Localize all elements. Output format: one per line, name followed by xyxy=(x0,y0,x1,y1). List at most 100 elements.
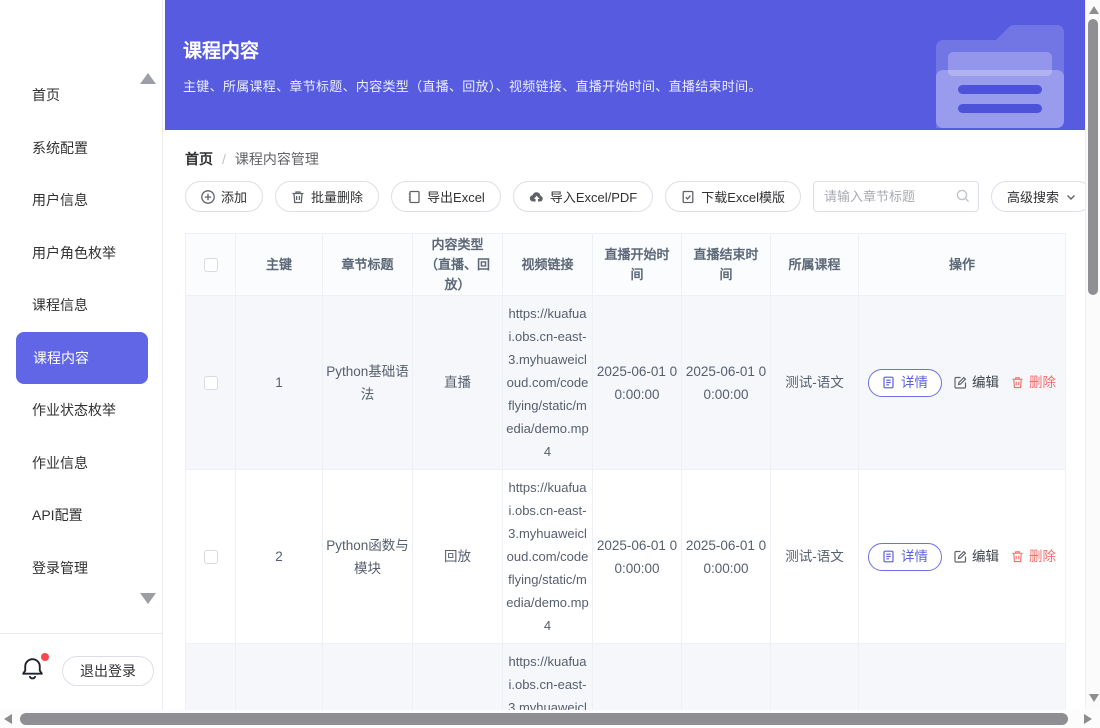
chevron-down-icon xyxy=(1065,191,1077,203)
sidebar-scroll-down-icon[interactable] xyxy=(140,593,156,604)
cell-course: 测试-语文 xyxy=(771,296,859,470)
edit-label: 编辑 xyxy=(972,545,999,568)
col-end-time: 直播结束时间 xyxy=(682,234,771,296)
scroll-left-arrow-icon[interactable] xyxy=(4,714,12,724)
notification-dot xyxy=(41,653,49,661)
delete-trash-icon xyxy=(1011,376,1024,389)
row-checkbox[interactable] xyxy=(204,376,218,390)
detail-label: 详情 xyxy=(901,545,928,568)
export-icon xyxy=(407,190,421,204)
delete-trash-icon xyxy=(1011,550,1024,563)
sidebar-item-homework-status-enum[interactable]: 作业状态枚举 xyxy=(0,384,163,437)
logout-button[interactable]: 退出登录 xyxy=(62,656,154,686)
vertical-scrollbar[interactable] xyxy=(1085,0,1100,710)
select-all-checkbox[interactable] xyxy=(204,258,218,272)
col-course: 所属课程 xyxy=(771,234,859,296)
delete-button[interactable]: 删除 xyxy=(1011,545,1056,568)
detail-button[interactable]: 详情 xyxy=(868,543,942,571)
document-check-icon xyxy=(681,190,695,204)
sidebar-menu: 首页 系统配置 用户信息 用户角色枚举 课程信息 课程内容 作业状态枚举 作业信… xyxy=(0,69,163,594)
scroll-right-arrow-icon[interactable] xyxy=(1084,714,1092,724)
horizontal-scrollbar[interactable] xyxy=(0,710,1100,728)
edit-icon xyxy=(954,376,967,389)
sidebar-item-user-role-enum[interactable]: 用户角色枚举 xyxy=(0,227,163,280)
sidebar-item-login-management[interactable]: 登录管理 xyxy=(0,542,163,595)
download-template-button[interactable]: 下载Excel模版 xyxy=(665,181,801,212)
cell-start-time: 2025-06-01 00:00:00 xyxy=(593,296,682,470)
cell-video-url: https://kuafuai.obs.cn-east-3.myhuaweicl… xyxy=(503,296,593,470)
search-icon[interactable] xyxy=(956,189,970,203)
cell-course: 测试-语文 xyxy=(771,470,859,644)
advanced-search-label: 高级搜索 xyxy=(1007,187,1059,206)
cloud-upload-icon xyxy=(529,190,544,204)
export-excel-label: 导出Excel xyxy=(427,187,485,206)
vertical-scrollbar-thumb[interactable] xyxy=(1088,19,1098,295)
col-id: 主键 xyxy=(236,234,323,296)
add-button[interactable]: 添加 xyxy=(185,181,263,212)
breadcrumb-separator: / xyxy=(222,151,226,167)
page-title: 课程内容 xyxy=(183,36,259,63)
row-actions: 详情 编辑 删除 xyxy=(862,369,1062,397)
sidebar-item-homework-info[interactable]: 作业信息 xyxy=(0,437,163,490)
edit-button[interactable]: 编辑 xyxy=(954,545,999,568)
horizontal-scrollbar-thumb[interactable] xyxy=(20,713,1068,725)
edit-label: 编辑 xyxy=(972,371,999,394)
row-actions: 详情 编辑 删除 xyxy=(862,543,1062,571)
sidebar: 首页 系统配置 用户信息 用户角色枚举 课程信息 课程内容 作业状态枚举 作业信… xyxy=(0,0,163,728)
sidebar-item-course-content[interactable]: 课程内容 xyxy=(16,332,148,385)
table-row: 1 Python基础语法 直播 https://kuafuai.obs.cn-e… xyxy=(186,296,1066,470)
breadcrumb-current: 课程内容管理 xyxy=(235,149,319,169)
table-header-row: 主键 章节标题 内容类型（直播、回放） 视频链接 直播开始时间 直播结束时间 所… xyxy=(186,234,1066,296)
batch-delete-label: 批量删除 xyxy=(311,187,363,206)
notification-bell-icon[interactable] xyxy=(20,655,50,685)
page-banner: 课程内容 主键、所属课程、章节标题、内容类型（直播、回放）、视频链接、直播开始时… xyxy=(165,0,1085,130)
header-select-all xyxy=(186,234,236,296)
toolbar: 添加 批量删除 导出Excel 导入Excel/PDF 下载Excel模版 高级… xyxy=(185,181,1093,212)
sidebar-item-home[interactable]: 首页 xyxy=(0,69,163,122)
export-excel-button[interactable]: 导出Excel xyxy=(391,181,501,212)
delete-label: 删除 xyxy=(1029,545,1056,568)
col-video-link: 视频链接 xyxy=(503,234,593,296)
detail-label: 详情 xyxy=(901,371,928,394)
sidebar-item-api-config[interactable]: API配置 xyxy=(0,489,163,542)
cell-id: 2 xyxy=(236,470,323,644)
col-start-time: 直播开始时间 xyxy=(593,234,682,296)
scroll-up-arrow-icon[interactable] xyxy=(1089,6,1099,14)
cell-chapter: Python函数与模块 xyxy=(323,470,413,644)
delete-label: 删除 xyxy=(1029,371,1056,394)
sidebar-item-user-info[interactable]: 用户信息 xyxy=(0,174,163,227)
edit-button[interactable]: 编辑 xyxy=(954,371,999,394)
breadcrumb-home-link[interactable]: 首页 xyxy=(185,149,213,169)
chapter-search-input[interactable] xyxy=(813,181,979,212)
sidebar-item-course-info[interactable]: 课程信息 xyxy=(0,279,163,332)
col-actions: 操作 xyxy=(859,234,1066,296)
folder-illustration-icon xyxy=(928,12,1072,128)
cell-end-time: 2025-06-01 00:00:00 xyxy=(682,470,771,644)
table-row: 2 Python函数与模块 回放 https://kuafuai.obs.cn-… xyxy=(186,470,1066,644)
import-excel-pdf-button[interactable]: 导入Excel/PDF xyxy=(513,181,653,212)
batch-delete-button[interactable]: 批量删除 xyxy=(275,181,379,212)
course-content-table: 主键 章节标题 内容类型（直播、回放） 视频链接 直播开始时间 直播结束时间 所… xyxy=(185,233,1065,728)
cell-video-url: https://kuafuai.obs.cn-east-3.myhuaweicl… xyxy=(503,470,593,644)
delete-button[interactable]: 删除 xyxy=(1011,371,1056,394)
scroll-down-arrow-icon[interactable] xyxy=(1089,694,1099,702)
detail-doc-icon xyxy=(882,376,895,389)
import-excel-pdf-label: 导入Excel/PDF xyxy=(550,187,637,206)
sidebar-item-system-config[interactable]: 系统配置 xyxy=(0,122,163,175)
page-subtitle: 主键、所属课程、章节标题、内容类型（直播、回放）、视频链接、直播开始时间、直播结… xyxy=(183,76,762,95)
detail-button[interactable]: 详情 xyxy=(868,369,942,397)
cell-chapter: Python基础语法 xyxy=(323,296,413,470)
cell-end-time: 2025-06-01 00:00:00 xyxy=(682,296,771,470)
advanced-search-button[interactable]: 高级搜索 xyxy=(991,181,1093,212)
col-chapter: 章节标题 xyxy=(323,234,413,296)
trash-icon xyxy=(291,190,305,204)
plus-circle-icon xyxy=(201,190,215,204)
cell-start-time: 2025-06-01 00:00:00 xyxy=(593,470,682,644)
row-checkbox[interactable] xyxy=(204,550,218,564)
cell-type: 直播 xyxy=(413,296,503,470)
col-content-type: 内容类型（直播、回放） xyxy=(413,234,503,296)
add-button-label: 添加 xyxy=(221,187,247,206)
sidebar-divider xyxy=(0,633,163,634)
edit-icon xyxy=(954,550,967,563)
breadcrumb: 首页 / 课程内容管理 xyxy=(185,149,319,169)
